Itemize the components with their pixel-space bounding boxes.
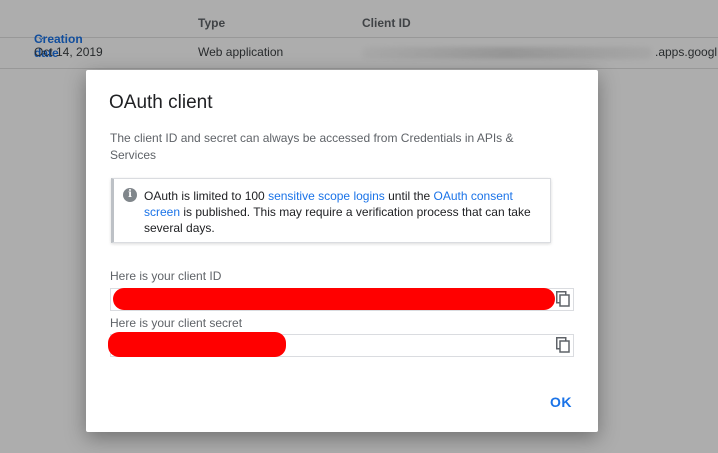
- dialog-title: OAuth client: [109, 92, 213, 113]
- dialog-description: The client ID and secret can always be a…: [110, 131, 514, 162]
- client-secret-label: Here is your client secret: [110, 316, 243, 330]
- client-secret-redaction: [108, 332, 286, 357]
- info-text-part: OAuth is limited to 100: [144, 189, 269, 203]
- client-id-redaction: [113, 288, 555, 310]
- sensitive-scope-logins-link[interactable]: sensitive scope logins: [268, 189, 385, 203]
- oauth-client-dialog: OAuth client The client ID and secret ca…: [86, 70, 598, 432]
- copy-icon[interactable]: [556, 291, 570, 307]
- ok-button[interactable]: OK: [550, 394, 572, 410]
- copy-icon[interactable]: [556, 337, 570, 353]
- info-icon: i: [123, 188, 137, 202]
- info-text: OAuth is limited to 100 sensitive scope …: [144, 188, 534, 236]
- info-text-part: is published. This may require a verific…: [144, 205, 531, 235]
- client-id-label: Here is your client ID: [110, 269, 222, 283]
- info-text-part: until the: [384, 189, 434, 203]
- info-callout: i OAuth is limited to 100 sensitive scop…: [111, 178, 551, 243]
